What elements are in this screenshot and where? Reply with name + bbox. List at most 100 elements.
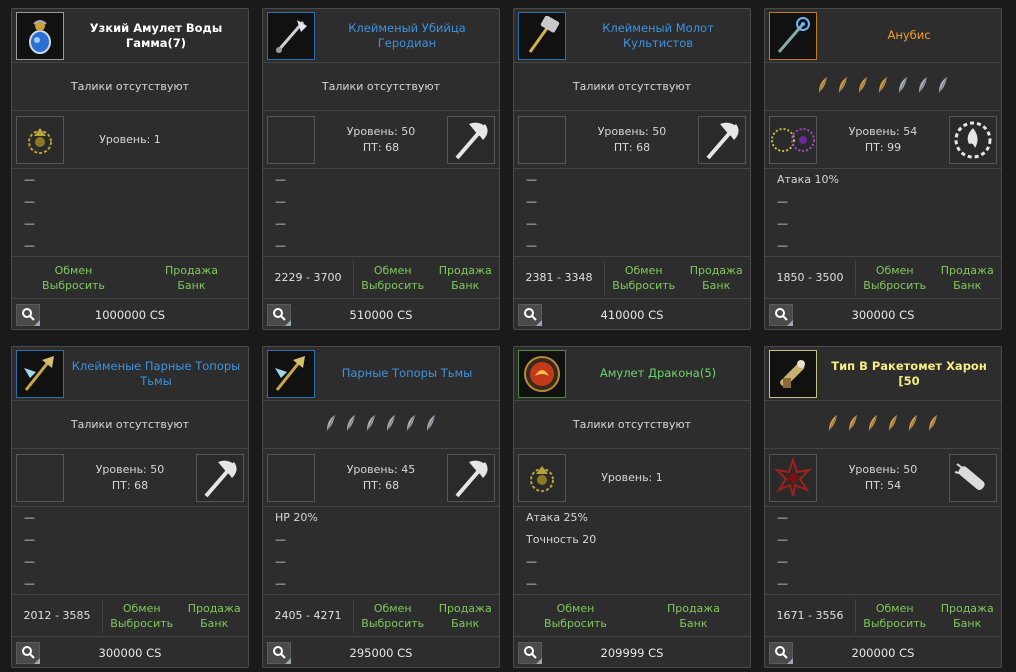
action-buttons: Обмен Выбросить Продажа Банк	[12, 263, 248, 293]
item-header: Анубис	[765, 9, 1001, 63]
dragon-amulet-icon[interactable]	[518, 349, 566, 398]
talismans-text: Талики отсутствуют	[572, 80, 692, 93]
damage-range: 1671 - 3556	[776, 609, 844, 622]
feather-icon	[867, 414, 879, 435]
price-row: 300000 CS	[765, 299, 1001, 331]
drop-link[interactable]: Выбросить	[863, 616, 926, 631]
drop-link[interactable]: Выбросить	[361, 278, 424, 293]
battle-axe-icon[interactable]	[447, 453, 495, 502]
bank-link[interactable]: Банк	[690, 278, 743, 293]
sell-link[interactable]: Продажа	[941, 263, 994, 278]
action-column-right: Продажа Банк	[941, 601, 994, 631]
action-column-right: Продажа Банк	[439, 263, 492, 293]
bank-link[interactable]: Банк	[188, 616, 241, 631]
price-text: 300000 CS	[98, 646, 162, 660]
drop-link[interactable]: Выбросить	[361, 616, 424, 631]
bank-link[interactable]: Банк	[667, 616, 720, 631]
empty-slot[interactable]	[267, 453, 315, 502]
bank-link[interactable]: Банк	[941, 616, 994, 631]
magnifier-icon	[774, 645, 788, 662]
dual-axe-icon[interactable]	[16, 349, 64, 398]
stats-row: Уровень: 1	[12, 111, 248, 169]
rune-icon[interactable]	[16, 115, 64, 164]
amulet-icon[interactable]	[16, 11, 64, 60]
launcher-class-icon[interactable]	[949, 453, 997, 502]
bank-link[interactable]: Банк	[439, 616, 492, 631]
battle-axe-icon[interactable]	[447, 115, 495, 164]
hammer-weapon-icon[interactable]	[518, 11, 566, 60]
empty-slot[interactable]	[518, 115, 566, 164]
drop-link[interactable]: Выбросить	[110, 616, 173, 631]
corner-mark-icon	[34, 658, 40, 664]
drop-link[interactable]: Выбросить	[544, 616, 607, 631]
talismans-text: Талики отсутствуют	[572, 418, 692, 431]
exchange-link[interactable]: Обмен	[361, 601, 424, 616]
exchange-link[interactable]: Обмен	[863, 601, 926, 616]
properties-list: — — — —	[514, 169, 750, 257]
fire-saw-icon[interactable]	[949, 115, 997, 164]
battle-axe-icon[interactable]	[196, 453, 244, 502]
red-rune-icon[interactable]	[769, 453, 817, 502]
drop-link[interactable]: Выбросить	[863, 278, 926, 293]
search-button[interactable]	[769, 304, 793, 326]
drop-link[interactable]: Выбросить	[612, 278, 675, 293]
dual-axe-icon[interactable]	[267, 349, 315, 398]
talismans-text: Талики отсутствуют	[70, 418, 190, 431]
sell-link[interactable]: Продажа	[941, 601, 994, 616]
sell-link[interactable]: Продажа	[439, 601, 492, 616]
exchange-link[interactable]: Обмен	[361, 263, 424, 278]
pt-text: ПТ: 54	[864, 478, 902, 492]
bank-link[interactable]: Банк	[165, 278, 218, 293]
bank-link[interactable]: Банк	[941, 278, 994, 293]
empty-slot[interactable]	[16, 453, 64, 502]
sell-link[interactable]: Продажа	[667, 601, 720, 616]
item-card: Парные Топоры Тьмы Уровень: 45 ПТ: 68 HP 20…	[262, 346, 500, 668]
battle-axe-icon[interactable]	[698, 115, 746, 164]
item-card: Узкий Амулет Воды Гамма(7) Талики отсутст…	[11, 8, 249, 330]
search-button[interactable]	[518, 304, 542, 326]
sell-link[interactable]: Продажа	[690, 263, 743, 278]
talismans-row: Талики отсутствуют	[514, 63, 750, 111]
rune-icon[interactable]	[518, 453, 566, 502]
pt-text: ПТ: 68	[111, 478, 149, 492]
properties-list: — — — —	[12, 169, 248, 257]
price-row: 410000 CS	[514, 299, 750, 331]
bank-link[interactable]: Банк	[439, 278, 492, 293]
sell-link[interactable]: Продажа	[165, 263, 218, 278]
level-text: Уровень: 45	[346, 462, 416, 476]
exchange-link[interactable]: Обмен	[863, 263, 926, 278]
price-text: 1000000 CS	[94, 308, 166, 322]
talismans-row	[765, 63, 1001, 111]
search-button[interactable]	[769, 642, 793, 664]
level-info: Уровень: 50 ПТ: 68	[566, 124, 698, 156]
axe-weapon-icon[interactable]	[267, 11, 315, 60]
exchange-link[interactable]: Обмен	[544, 601, 607, 616]
feather-icon	[847, 414, 859, 435]
sell-link[interactable]: Продажа	[439, 263, 492, 278]
stats-row: Уровень: 50 ПТ: 68	[514, 111, 750, 169]
magnifier-icon	[272, 307, 286, 324]
search-button[interactable]	[518, 642, 542, 664]
talismans-row: Талики отсутствуют	[12, 63, 248, 111]
sell-link[interactable]: Продажа	[188, 601, 241, 616]
item-property: —	[275, 173, 286, 186]
rocket-launcher-icon[interactable]	[769, 349, 817, 398]
rune-pair-icon[interactable]	[769, 115, 817, 164]
search-button[interactable]	[16, 304, 40, 326]
item-property: —	[275, 533, 286, 546]
search-button[interactable]	[267, 304, 291, 326]
search-button[interactable]	[16, 642, 40, 664]
level-info: Уровень: 45 ПТ: 68	[315, 462, 447, 494]
exchange-link[interactable]: Обмен	[110, 601, 173, 616]
drop-link[interactable]: Выбросить	[42, 278, 105, 293]
exchange-link[interactable]: Обмен	[612, 263, 675, 278]
exchange-link[interactable]: Обмен	[42, 263, 105, 278]
search-button[interactable]	[267, 642, 291, 664]
staff-weapon-icon[interactable]	[769, 11, 817, 60]
talismans-text: Талики отсутствуют	[321, 80, 441, 93]
action-buttons: Обмен Выбросить Продажа Банк	[605, 263, 750, 293]
item-card: Тип В Ракетомет Харон [50 Уровень: 50 ПТ: …	[764, 346, 1002, 668]
action-column-right: Продажа Банк	[188, 601, 241, 631]
empty-slot[interactable]	[267, 115, 315, 164]
feather-icon	[927, 414, 939, 435]
